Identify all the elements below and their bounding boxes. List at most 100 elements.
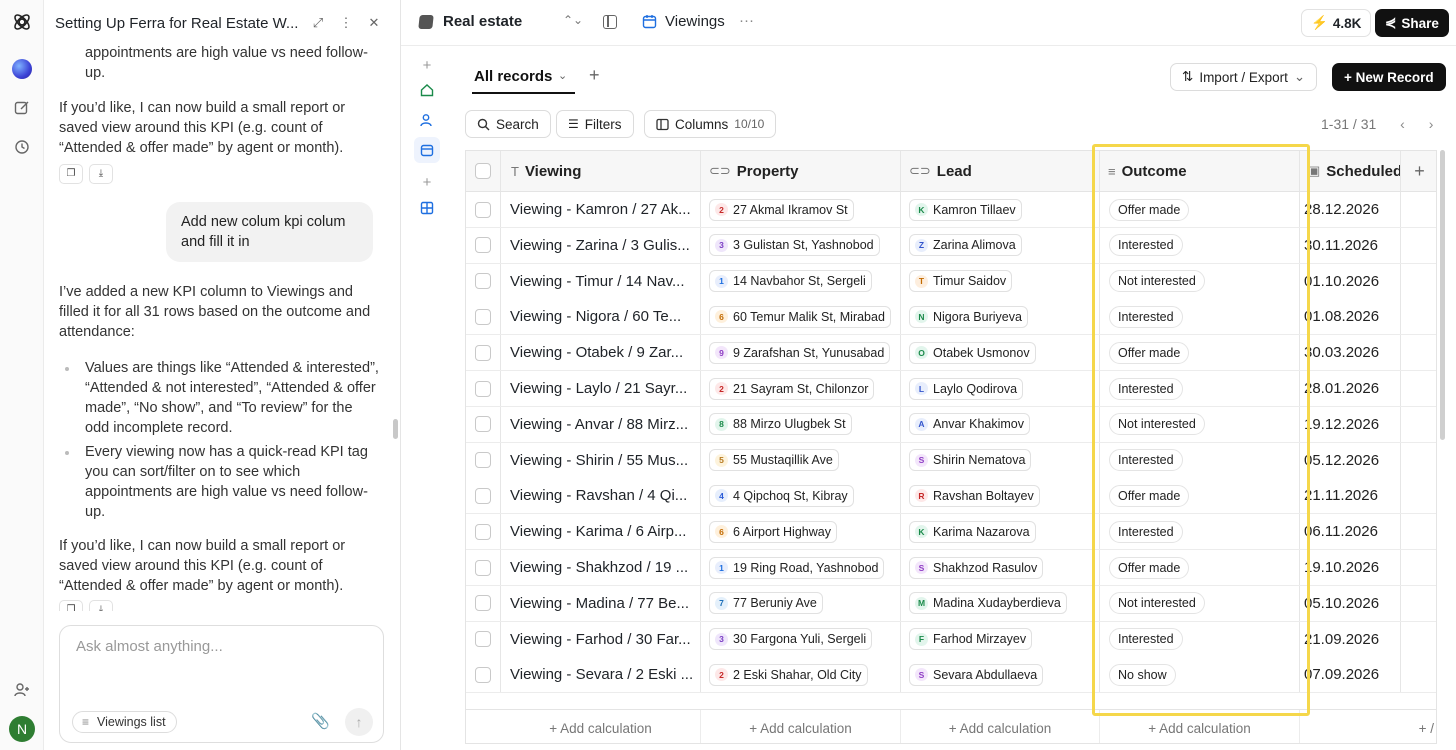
table-row[interactable]: Viewing - Karima / 6 Airp... 6 6 Airport H…	[466, 514, 1436, 551]
column-header-scheduled[interactable]: ▣ Scheduled	[1300, 151, 1401, 191]
property-tag[interactable]: 4 4 Qipchoq St, Kibray	[709, 484, 854, 507]
outcome-tag[interactable]: Interested	[1109, 305, 1183, 328]
composer-placeholder[interactable]: Ask almost anything...	[76, 638, 223, 655]
outcome-cell[interactable]: Interested	[1100, 299, 1300, 335]
outcome-cell[interactable]: Interested	[1100, 621, 1300, 657]
viewing-cell[interactable]: Viewing - Timur / 14 Nav...	[501, 263, 701, 299]
row-checkbox[interactable]	[475, 273, 491, 290]
outcome-cell[interactable]: Interested	[1100, 514, 1300, 550]
chevron-left-icon[interactable]: ‹	[1400, 116, 1405, 132]
viewing-cell[interactable]: Viewing - Otabek / 9 Zar...	[501, 335, 701, 371]
lead-tag[interactable]: M Madina Xudayberdieva	[909, 592, 1067, 615]
row-checkbox[interactable]	[475, 416, 491, 433]
row-checkbox[interactable]	[475, 380, 491, 397]
table-icon[interactable]	[414, 195, 440, 221]
columns-button[interactable]: Columns 10/10	[644, 110, 777, 138]
lead-cell[interactable]: K Karima Nazarova	[901, 514, 1100, 550]
property-cell[interactable]: 1 14 Navbahor St, Sergeli	[701, 263, 901, 299]
credits-badge[interactable]: ⚡ 4.8K	[1301, 9, 1372, 37]
lead-cell[interactable]: K Kamron Tillaev	[901, 192, 1100, 227]
property-tag[interactable]: 3 30 Fargona Yuli, Sergeli	[709, 628, 873, 651]
lead-tag[interactable]: F Farhod Mirzayev	[909, 628, 1033, 651]
row-checkbox[interactable]	[475, 523, 491, 540]
lead-cell[interactable]: R Ravshan Boltayev	[901, 478, 1100, 514]
row-checkbox[interactable]	[475, 237, 491, 254]
table-row[interactable]: Viewing - Sevara / 2 Eski ... 2 2 Eski Sha…	[466, 657, 1436, 694]
outcome-cell[interactable]: Offer made	[1100, 192, 1300, 227]
send-button[interactable]: ↑	[345, 708, 373, 736]
more-icon[interactable]: ···	[739, 12, 754, 29]
lead-tag[interactable]: K Karima Nazarova	[909, 520, 1036, 543]
outcome-cell[interactable]: Interested	[1100, 371, 1300, 406]
outcome-tag[interactable]: No show	[1109, 663, 1176, 686]
outcome-tag[interactable]: Offer made	[1109, 341, 1190, 364]
outcome-tag[interactable]: Not interested	[1109, 413, 1205, 436]
close-icon[interactable]: ✕	[364, 13, 384, 33]
table-row[interactable]: Viewing - Anvar / 88 Mirz... 8 88 Mirzo Ul…	[466, 406, 1436, 443]
add-calculation-scheduled[interactable]: + /	[1300, 710, 1436, 743]
chat-composer[interactable]: Ask almost anything... ≡ Viewings list 📎 …	[59, 625, 384, 743]
lead-cell[interactable]: A Anvar Khakimov	[901, 406, 1100, 442]
add-calculation-lead[interactable]: + Add calculation	[901, 710, 1100, 743]
property-tag[interactable]: 2 27 Akmal Ikramov St	[709, 198, 854, 221]
lead-cell[interactable]: T Timur Saidov	[901, 263, 1100, 299]
column-header-outcome[interactable]: ≡ Outcome	[1100, 151, 1300, 191]
viewing-cell[interactable]: Viewing - Laylo / 21 Sayr...	[501, 371, 701, 406]
property-tag[interactable]: 1 14 Navbahor St, Sergeli	[709, 270, 872, 293]
copy-icon[interactable]: ❐	[59, 600, 83, 611]
outcome-cell[interactable]: Not interested	[1100, 585, 1300, 621]
column-header-property[interactable]: ⊂⊃ Property	[701, 151, 901, 191]
table-row[interactable]: Viewing - Farhod / 30 Far... 3 30 Fargona …	[466, 621, 1436, 658]
lead-tag[interactable]: A Anvar Khakimov	[909, 413, 1031, 436]
outcome-tag[interactable]: Interested	[1109, 520, 1183, 543]
table-row[interactable]: Viewing - Zarina / 3 Gulis... 3 3 Gulistan…	[466, 227, 1436, 264]
row-checkbox[interactable]	[475, 595, 491, 612]
tab-all-records[interactable]: All records	[474, 68, 552, 85]
expand-icon[interactable]: ⤢	[308, 13, 328, 33]
property-cell[interactable]: 3 3 Gulistan St, Yashnobod	[701, 227, 901, 263]
chat-scrollbar[interactable]	[393, 419, 398, 439]
viewing-cell[interactable]: Viewing - Sevara / 2 Eski ...	[501, 657, 701, 693]
add-column-icon[interactable]: +	[1401, 151, 1436, 191]
avatar[interactable]: N	[8, 715, 36, 743]
viewing-cell[interactable]: Viewing - Nigora / 60 Te...	[501, 299, 701, 335]
property-tag[interactable]: 2 21 Sayram St, Chilonzor	[709, 377, 875, 400]
table-row[interactable]: Viewing - Otabek / 9 Zar... 9 9 Zarafshan …	[466, 335, 1436, 372]
lead-cell[interactable]: F Farhod Mirzayev	[901, 621, 1100, 657]
property-cell[interactable]: 6 6 Airport Highway	[701, 514, 901, 550]
scheduled-cell[interactable]: 28.01.2026	[1300, 371, 1401, 406]
add-icon[interactable]: +	[414, 52, 440, 78]
sidebar-toggle-icon[interactable]	[603, 15, 617, 29]
viewing-cell[interactable]: Viewing - Zarina / 3 Gulis...	[501, 227, 701, 263]
more-icon[interactable]: ⋮	[336, 13, 356, 33]
add-user-icon[interactable]	[8, 676, 36, 704]
search-button[interactable]: Search	[465, 110, 551, 138]
property-tag[interactable]: 9 9 Zarafshan St, Yunusabad	[709, 341, 891, 364]
lead-cell[interactable]: S Shakhzod Rasulov	[901, 550, 1100, 585]
history-icon[interactable]	[8, 133, 36, 161]
property-tag[interactable]: 3 3 Gulistan St, Yashnobod	[709, 234, 880, 257]
viewing-cell[interactable]: Viewing - Kamron / 27 Ak...	[501, 192, 701, 227]
property-cell[interactable]: 1 19 Ring Road, Yashnobod	[701, 550, 901, 585]
app-logo-icon[interactable]	[8, 8, 36, 36]
viewing-cell[interactable]: Viewing - Anvar / 88 Mirz...	[501, 406, 701, 442]
add-calculation-outcome[interactable]: + Add calculation	[1100, 710, 1300, 743]
select-all-checkbox[interactable]	[475, 163, 491, 179]
outcome-tag[interactable]: Interested	[1109, 449, 1183, 472]
scheduled-cell[interactable]: 30.03.2026	[1300, 335, 1401, 371]
home-icon[interactable]	[414, 77, 440, 103]
property-tag[interactable]: 6 6 Airport Highway	[709, 520, 837, 543]
property-cell[interactable]: 4 4 Qipchoq St, Kibray	[701, 478, 901, 514]
outcome-tag[interactable]: Offer made	[1109, 556, 1190, 579]
scheduled-cell[interactable]: 01.08.2026	[1300, 299, 1401, 335]
outcome-cell[interactable]: Not interested	[1100, 406, 1300, 442]
table-row[interactable]: Viewing - Nigora / 60 Te... 6 60 Temur Mal…	[466, 299, 1436, 336]
download-icon[interactable]: ⤓	[89, 164, 113, 184]
viewing-cell[interactable]: Viewing - Shakhzod / 19 ...	[501, 550, 701, 585]
property-cell[interactable]: 5 55 Mustaqillik Ave	[701, 442, 901, 478]
viewing-cell[interactable]: Viewing - Karima / 6 Airp...	[501, 514, 701, 550]
property-cell[interactable]: 9 9 Zarafshan St, Yunusabad	[701, 335, 901, 371]
row-checkbox[interactable]	[475, 487, 491, 504]
lead-tag[interactable]: Z Zarina Alimova	[909, 234, 1022, 257]
scheduled-cell[interactable]: 28.12.2026	[1300, 192, 1401, 227]
